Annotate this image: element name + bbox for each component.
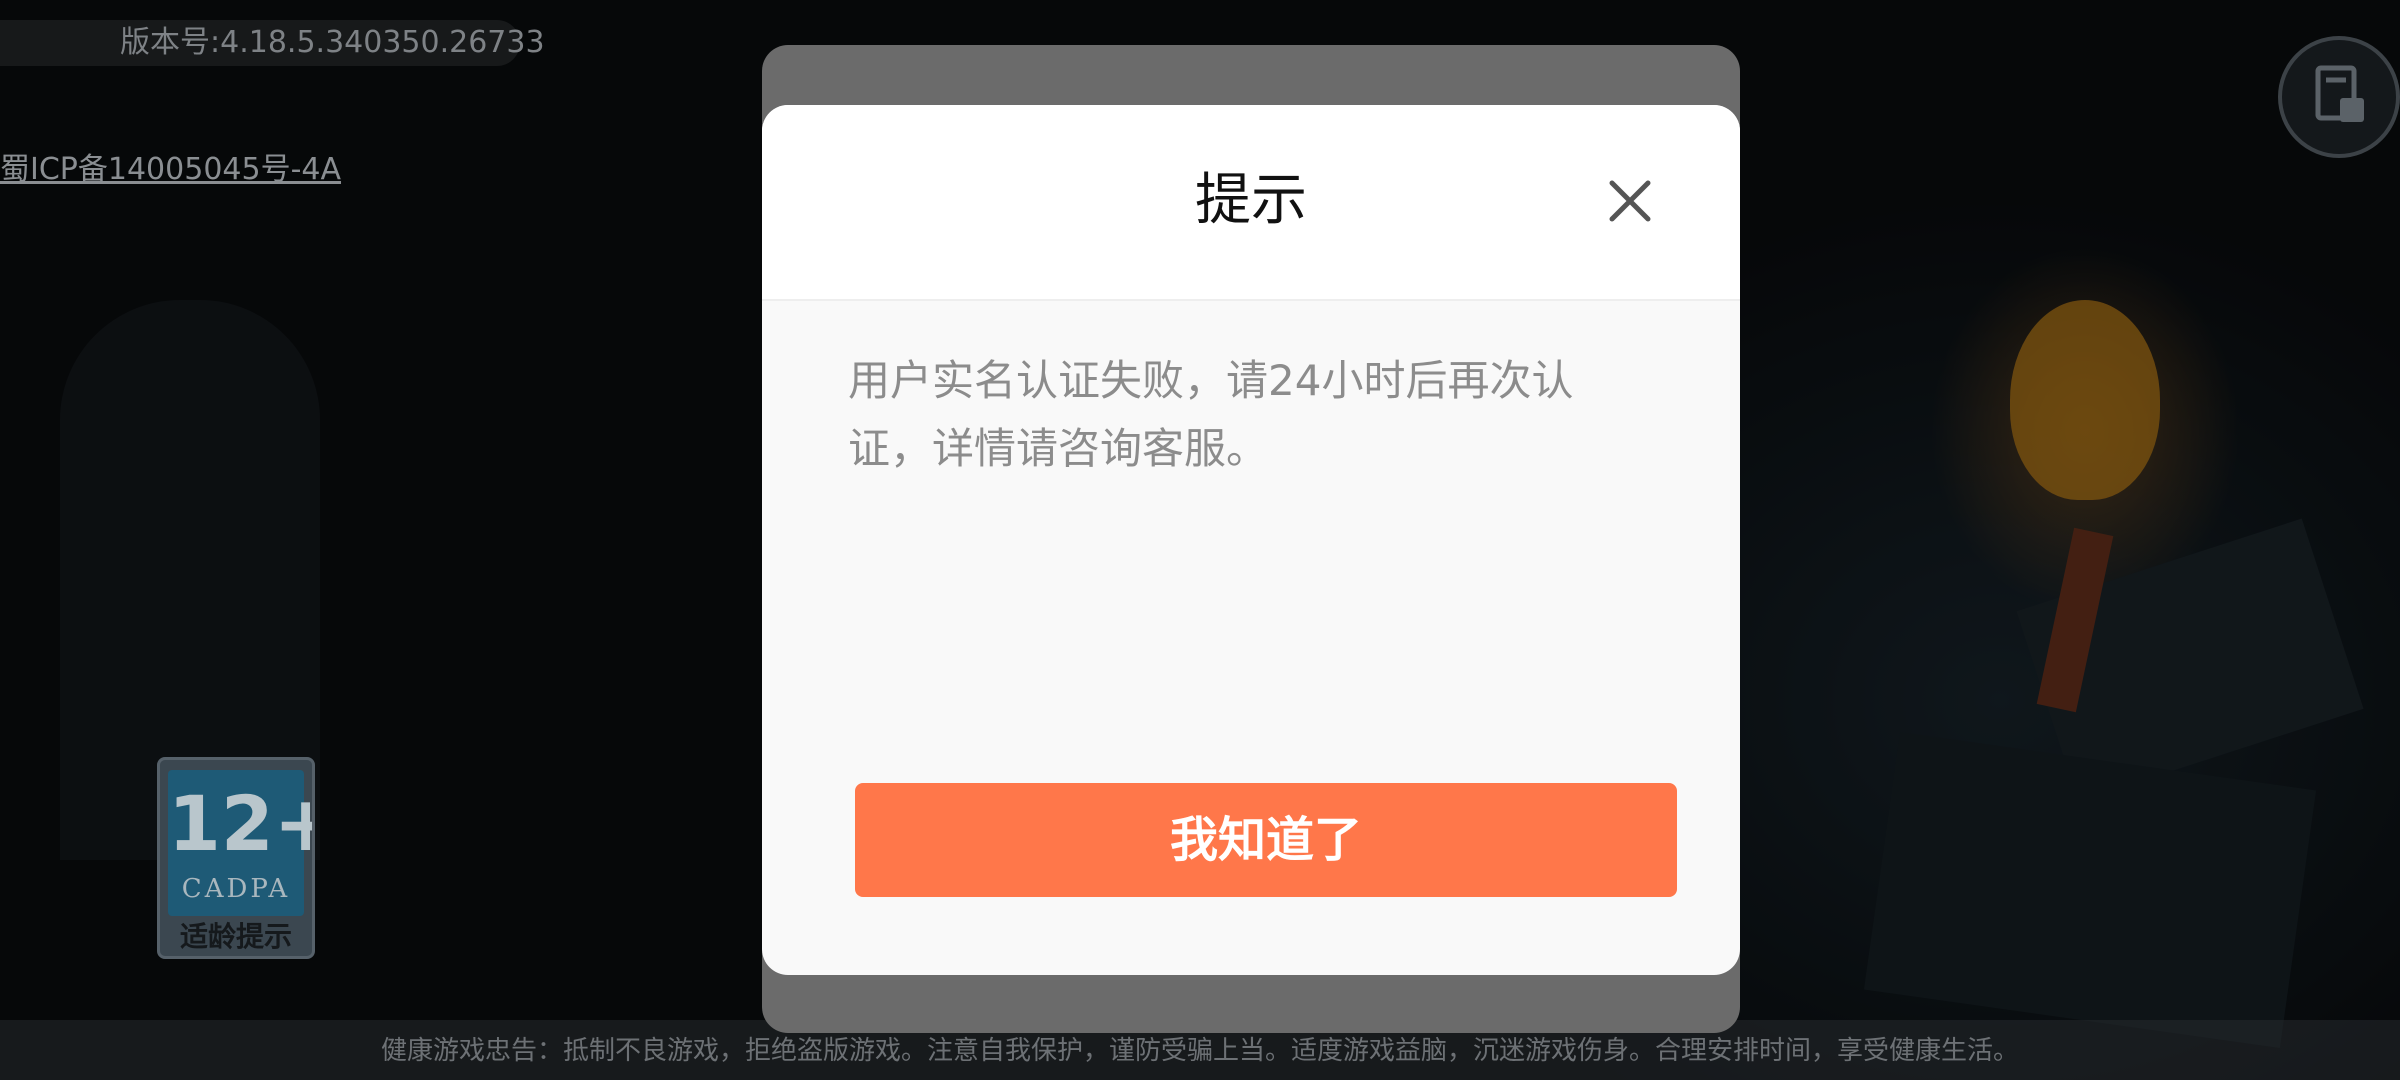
account-switch-button[interactable] bbox=[2278, 36, 2400, 158]
age-rating-badge[interactable]: 12+ CADPA 适龄提示 bbox=[157, 757, 315, 959]
age-rating-panel: 12+ CADPA bbox=[168, 770, 312, 916]
health-notice-text: 健康游戏忠告：抵制不良游戏，拒绝盗版游戏。注意自我保护，谨防受骗上当。适度游戏益… bbox=[380, 1036, 2019, 1066]
age-rating-org: CADPA bbox=[181, 874, 291, 904]
close-icon bbox=[1609, 180, 1651, 222]
document-icon bbox=[2315, 65, 2364, 122]
alert-dialog: 提示 用户实名认证失败，请24小时后再次认证，详情请咨询客服。 我知道了 bbox=[762, 105, 1740, 975]
confirm-button[interactable]: 我知道了 bbox=[855, 783, 1677, 897]
version-label: 版本号:4.18.5.340350.26733 bbox=[120, 25, 545, 60]
icp-license-link[interactable]: 蜀ICP备14005045号-4A bbox=[0, 150, 341, 190]
age-rating-number: 12+ bbox=[168, 779, 312, 868]
dialog-header: 提示 bbox=[762, 105, 1740, 301]
age-rating-label: 适龄提示 bbox=[179, 920, 292, 953]
close-button[interactable] bbox=[1600, 171, 1660, 231]
dialog-title: 提示 bbox=[1195, 168, 1307, 233]
dialog-message: 用户实名认证失败，请24小时后再次认证，详情请咨询客服。 bbox=[848, 356, 1574, 473]
